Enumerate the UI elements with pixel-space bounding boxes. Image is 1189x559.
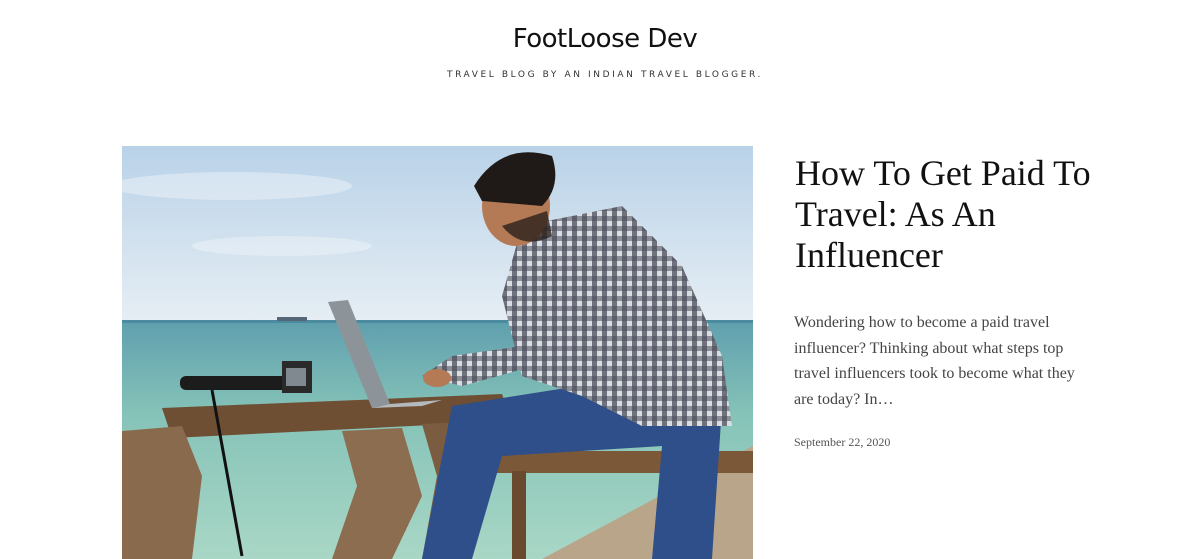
page: FootLoose Dev TRAVEL BLOG BY AN INDIAN T… (0, 0, 1189, 559)
site-title-link[interactable]: FootLoose Dev (0, 24, 1189, 54)
post-date: September 22, 2020 (794, 435, 891, 449)
post-title-link[interactable]: How To Get Paid To Travel: As An Influen… (795, 153, 1125, 276)
site-tagline: TRAVEL BLOG BY AN INDIAN TRAVEL BLOGGER. (446, 70, 764, 80)
post-featured-image[interactable] (122, 146, 753, 559)
featured-image-icon (122, 146, 753, 559)
post-excerpt: Wondering how to become a paid travel in… (794, 314, 1075, 408)
